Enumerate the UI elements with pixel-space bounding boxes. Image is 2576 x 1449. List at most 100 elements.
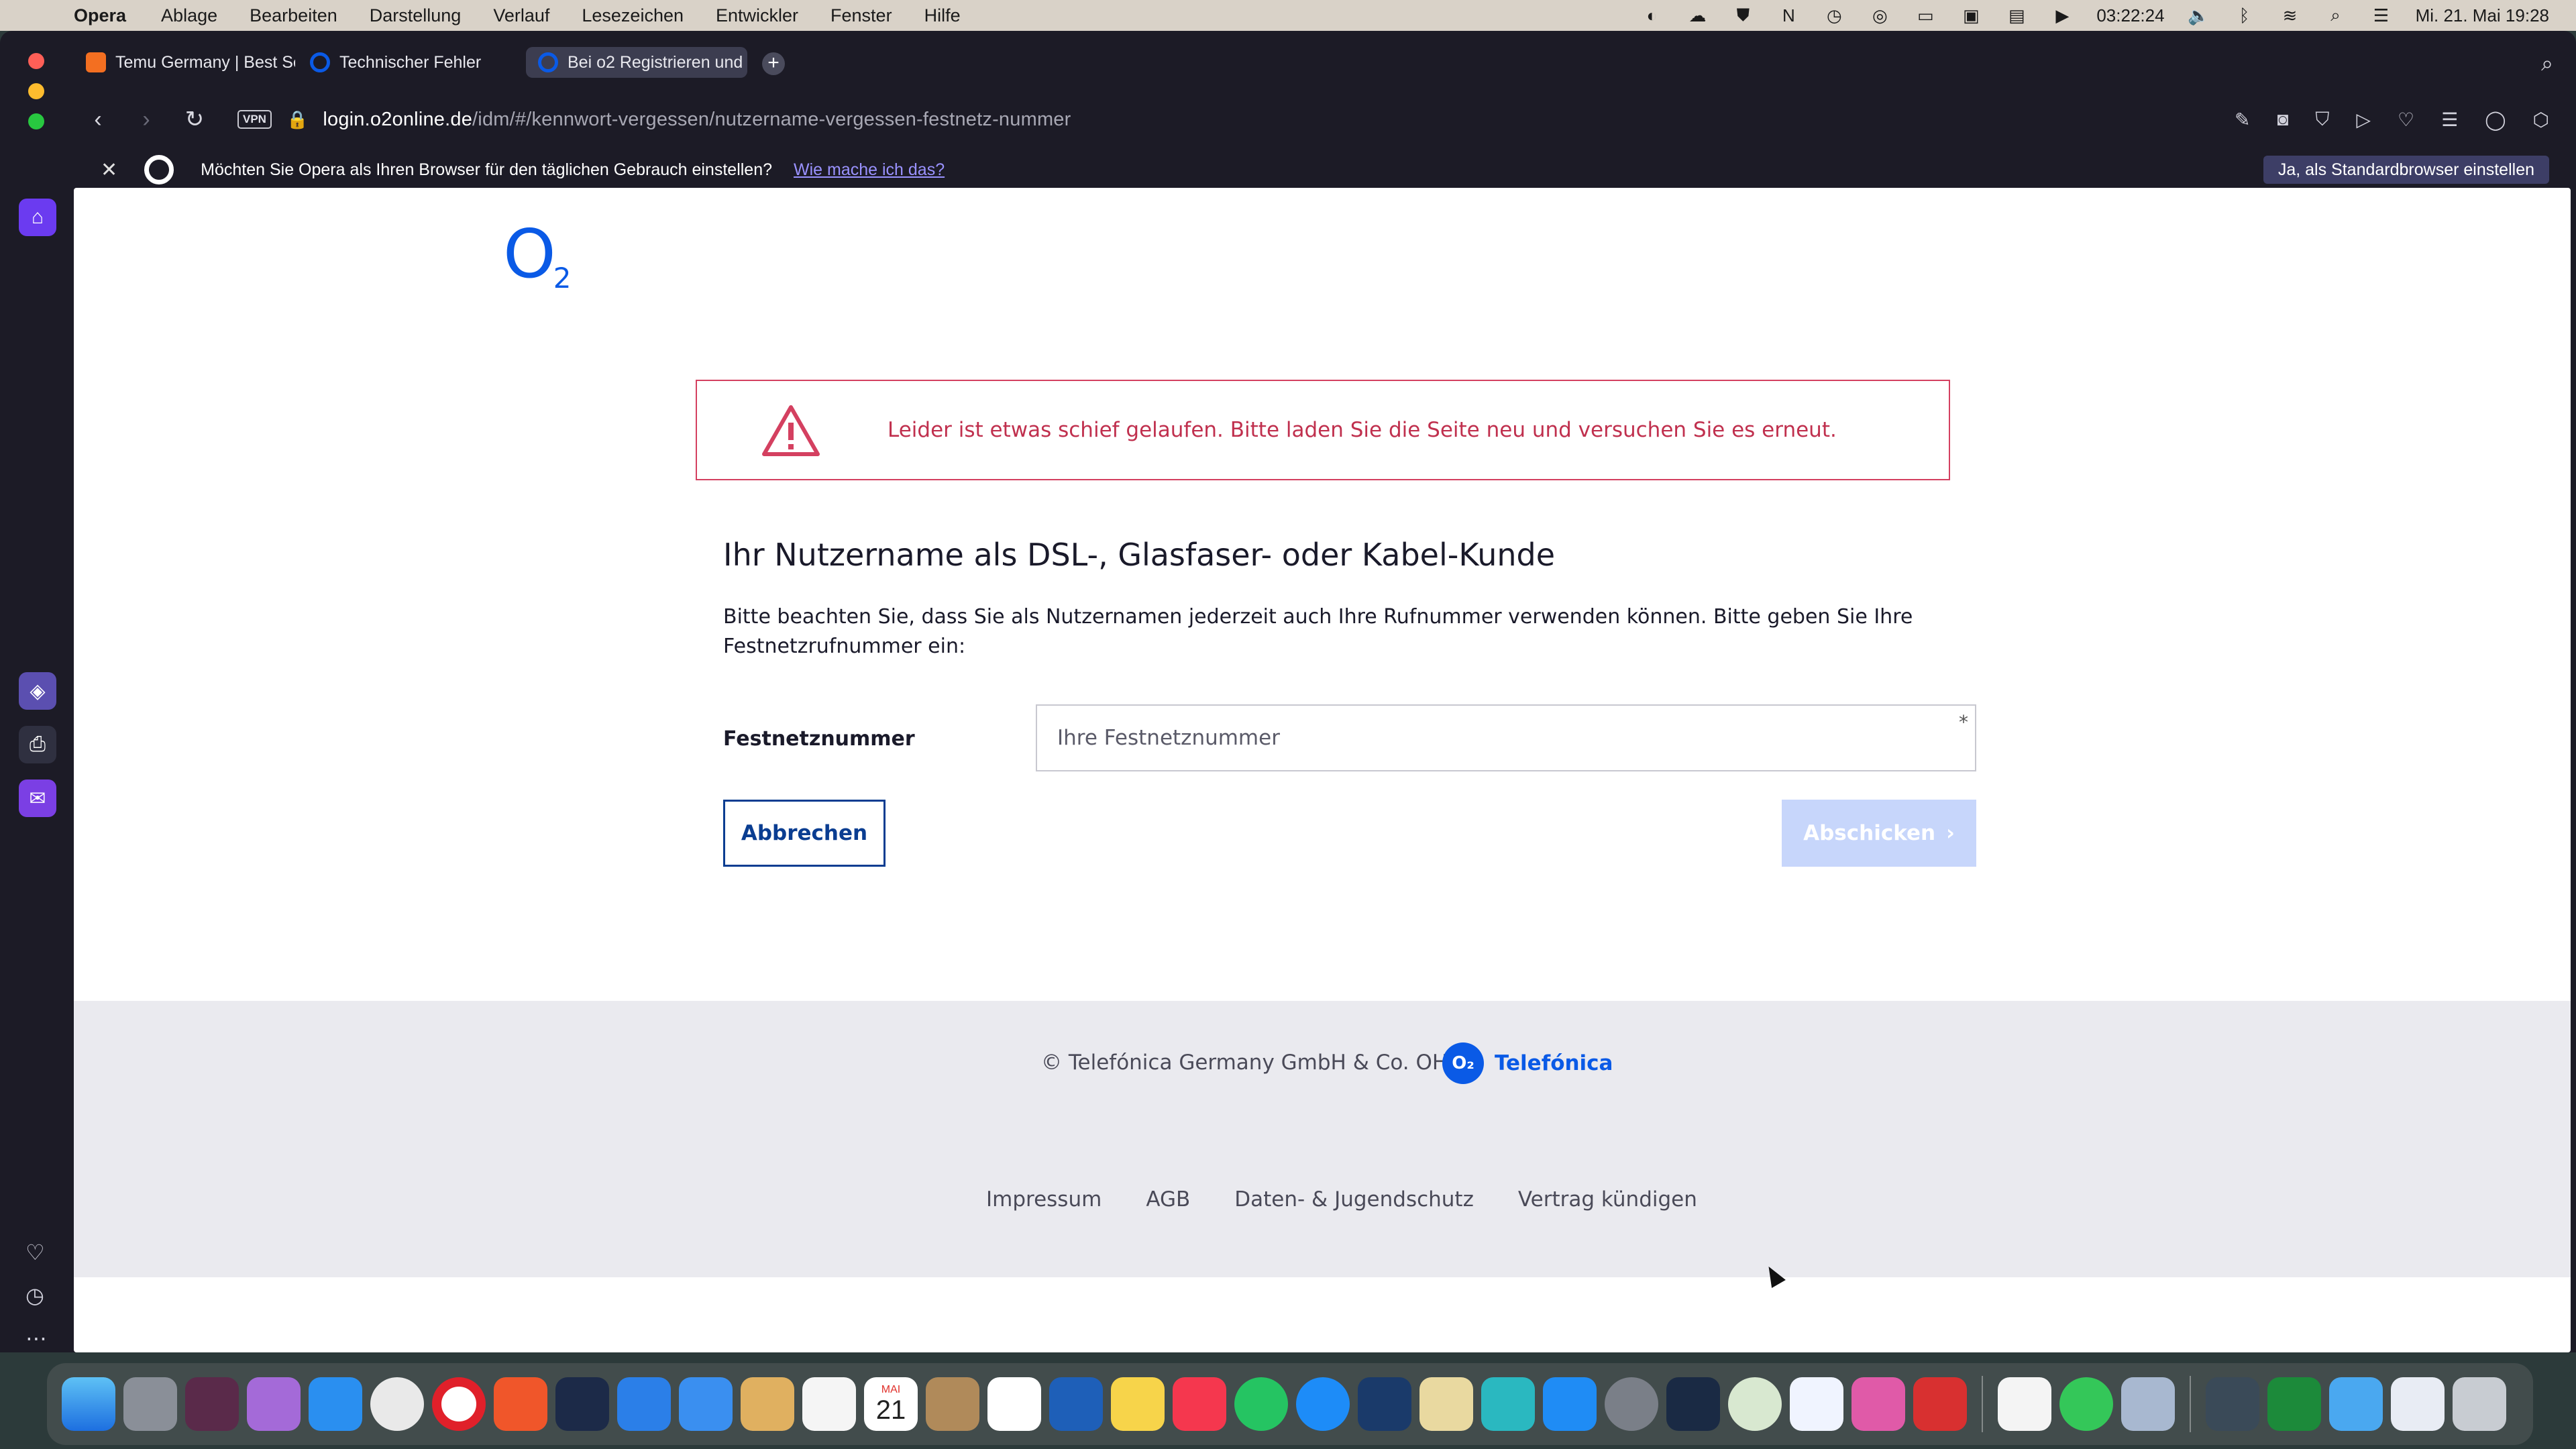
menu-darstellung[interactable]: Darstellung	[370, 5, 462, 26]
play-status-icon[interactable]: ▶	[2051, 5, 2074, 25]
more-icon[interactable]: ⋯	[25, 1326, 47, 1351]
menu-fenster[interactable]: Fenster	[830, 5, 892, 26]
todo-icon[interactable]	[617, 1377, 671, 1431]
keynote-icon[interactable]	[1049, 1377, 1103, 1431]
menu-entwickler[interactable]: Entwickler	[716, 5, 798, 26]
status-app-icon[interactable]: ◐	[1640, 5, 1663, 25]
footer-link-impressum[interactable]: Impressum	[986, 1187, 1102, 1212]
edit-icon[interactable]: ✎	[2235, 109, 2250, 131]
notion-icon[interactable]: N	[1777, 5, 1800, 25]
display-icon[interactable]: ▣	[1960, 5, 1982, 25]
cloud-icon[interactable]: ☁	[1686, 5, 1709, 25]
menu-ablage[interactable]: Ablage	[161, 5, 217, 26]
mail-draft-icon[interactable]	[2391, 1377, 2445, 1431]
notes-icon[interactable]	[1111, 1377, 1165, 1431]
new-tab-button[interactable]: +	[762, 52, 785, 75]
tab-bei-o2-registrieren[interactable]: Bei o2 Registrieren und	[526, 47, 747, 78]
aria-icon[interactable]: ◈	[19, 672, 56, 710]
amazon-music-icon[interactable]	[1481, 1377, 1535, 1431]
recycle-icon[interactable]	[741, 1377, 794, 1431]
image-capture-icon[interactable]	[2206, 1377, 2259, 1431]
set-default-browser-button[interactable]: Ja, als Standardbrowser einstellen	[2263, 156, 2549, 184]
textedit-icon[interactable]	[1998, 1377, 2051, 1431]
footer-link-datenschutz[interactable]: Daten- & Jugendschutz	[1234, 1187, 1474, 1212]
footer-link-agb[interactable]: AGB	[1146, 1187, 1190, 1212]
trash-icon[interactable]	[2453, 1377, 2506, 1431]
submit-button[interactable]: Abschicken ›	[1782, 800, 1976, 867]
robinhood-icon[interactable]	[1728, 1377, 1782, 1431]
stage-manager-icon[interactable]: ▤	[2005, 5, 2028, 25]
telefonica-logo[interactable]: O₂ Telefónica	[1442, 1042, 1613, 1084]
menu-lesezeichen[interactable]: Lesezeichen	[582, 5, 684, 26]
cleanmymac-icon[interactable]	[1851, 1377, 1905, 1431]
spotlight-icon[interactable]: ⌕	[2324, 5, 2347, 25]
parallels-icon[interactable]	[1913, 1377, 1967, 1431]
lock-icon[interactable]: 🔒	[286, 109, 308, 130]
close-window-icon[interactable]	[28, 53, 44, 69]
shazam-icon[interactable]	[1296, 1377, 1350, 1431]
folder-icon[interactable]	[2329, 1377, 2383, 1431]
home-icon[interactable]: ⌂	[19, 199, 56, 236]
cancel-button[interactable]: Abbrechen	[723, 800, 885, 867]
control-center-icon[interactable]: ☰	[2370, 5, 2393, 25]
messenger-icon[interactable]: ✉	[19, 780, 56, 817]
photos-icon[interactable]	[802, 1377, 856, 1431]
profile-icon[interactable]: ◯	[2485, 109, 2506, 131]
url-field[interactable]: login.o2online.de/idm/#/kennwort-vergess…	[323, 109, 1071, 131]
footer-link-vertrag-kuendigen[interactable]: Vertrag kündigen	[1518, 1187, 1697, 1212]
forward-icon[interactable]: ›	[122, 107, 170, 133]
wordpress-icon[interactable]	[555, 1377, 609, 1431]
calendar-icon[interactable]: MAI 21	[864, 1377, 918, 1431]
contacts-icon[interactable]	[926, 1377, 979, 1431]
time-machine-icon[interactable]: ◷	[1823, 5, 1845, 25]
system-settings-icon[interactable]	[1605, 1377, 1658, 1431]
festnetznummer-input[interactable]	[1036, 704, 1976, 771]
bluetooth-icon[interactable]: ᛒ	[2233, 5, 2256, 25]
shopping-bag-icon[interactable]: ⎙	[19, 726, 56, 763]
mail-icon[interactable]	[679, 1377, 733, 1431]
reminders-icon[interactable]	[987, 1377, 1041, 1431]
menu-verlauf[interactable]: Verlauf	[493, 5, 549, 26]
flow-send-icon[interactable]: ▷	[2356, 109, 2371, 131]
prime-video-icon[interactable]	[1358, 1377, 1411, 1431]
scripts-icon[interactable]	[1419, 1377, 1473, 1431]
back-icon[interactable]: ‹	[74, 107, 122, 133]
reload-icon[interactable]: ↻	[170, 106, 219, 133]
airdrop-icon[interactable]: ◎	[1868, 5, 1891, 25]
tab-temu[interactable]: Temu Germany | Best Se	[74, 47, 295, 78]
close-icon[interactable]: ✕	[101, 158, 117, 182]
menu-bearbeiten[interactable]: Bearbeiten	[250, 5, 337, 26]
sidebar-heart-icon[interactable]: ♡	[25, 1240, 45, 1265]
podcasts-icon[interactable]	[247, 1377, 301, 1431]
lightbulb-icon[interactable]	[1790, 1377, 1843, 1431]
volume-icon[interactable]: 🔈	[2188, 5, 2210, 25]
zoom-window-icon[interactable]	[28, 113, 44, 129]
opera-icon[interactable]	[432, 1377, 486, 1431]
chrome-icon[interactable]	[370, 1377, 424, 1431]
vpn-badge[interactable]: VPN	[237, 110, 272, 129]
app-store-icon[interactable]	[1543, 1377, 1597, 1431]
heart-icon[interactable]: ♡	[2398, 109, 2414, 131]
timer-readout[interactable]: 03:22:24	[2096, 5, 2164, 26]
launchpad-icon[interactable]	[123, 1377, 177, 1431]
luxe-icon[interactable]	[2267, 1377, 2321, 1431]
tab-technischer-fehler[interactable]: Technischer Fehler	[298, 47, 519, 78]
activity-monitor-icon[interactable]	[1666, 1377, 1720, 1431]
tab-search-icon[interactable]: ⌕	[2541, 51, 2553, 76]
snapshot-icon[interactable]: ◙	[2277, 109, 2289, 130]
minimize-window-icon[interactable]	[28, 83, 44, 99]
menu-hilfe[interactable]: Hilfe	[924, 5, 961, 26]
brave-icon[interactable]	[494, 1377, 547, 1431]
menubar-clock[interactable]: Mi. 21. Mai 19:28	[2416, 5, 2549, 26]
history-icon[interactable]: ◷	[25, 1283, 44, 1308]
easy-setup-icon[interactable]: ☰	[2441, 109, 2458, 131]
wifi-icon[interactable]: ≋	[2279, 5, 2302, 25]
window-icon[interactable]: ▭	[1914, 5, 1937, 25]
shield-status-icon[interactable]: ⛊	[1731, 5, 1754, 25]
finder-icon[interactable]	[62, 1377, 115, 1431]
find-my-icon[interactable]	[2059, 1377, 2113, 1431]
adblock-shield-icon[interactable]: ⛉	[2315, 109, 2329, 131]
stocks-icon[interactable]	[185, 1377, 239, 1431]
whatsapp-icon[interactable]	[1234, 1377, 1288, 1431]
menu-app-opera[interactable]: Opera	[74, 5, 126, 26]
